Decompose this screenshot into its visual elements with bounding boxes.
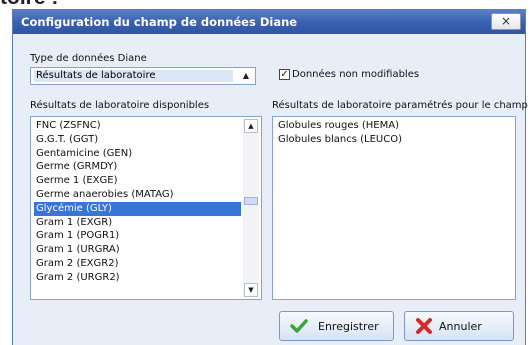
scroll-up-icon[interactable]: ▲ xyxy=(244,119,258,133)
list-item[interactable]: Gentamicine (GEN) xyxy=(34,147,241,161)
list-item[interactable]: Gram 1 (EXGR) xyxy=(34,216,241,230)
scrollbar-thumb[interactable] xyxy=(244,197,258,205)
title-bar[interactable]: Configuration du champ de données Diane … xyxy=(13,10,525,34)
save-button-label: Enregistrer xyxy=(318,320,379,333)
list-item[interactable]: FNC (ZSFNC) xyxy=(34,119,241,133)
cancel-button-label: Annuler xyxy=(439,320,482,333)
list-item[interactable]: Germe 1 (EXGE) xyxy=(34,174,241,188)
list-item[interactable]: Glycémie (GLY) xyxy=(34,201,241,216)
readonly-label[interactable]: Données non modifiables xyxy=(292,69,419,80)
readonly-checkbox[interactable]: ✓ xyxy=(279,69,290,80)
save-button[interactable]: Enregistrer xyxy=(279,311,394,341)
list-item[interactable]: Globules blancs (LEUCO) xyxy=(276,133,512,147)
dialog-title: Configuration du champ de données Diane xyxy=(21,15,298,29)
configured-results-list[interactable]: Globules rouges (HEMA) Globules blancs (L… xyxy=(272,116,516,300)
data-type-selected-value: Résultats de laboratoire xyxy=(34,70,233,82)
close-button[interactable]: × xyxy=(491,13,521,30)
available-list-header: Résultats de laboratoire disponibles xyxy=(30,100,210,111)
data-type-select[interactable]: Résultats de laboratoire ▲ xyxy=(30,67,256,85)
list-item[interactable]: Gram 2 (URGR2) xyxy=(34,271,241,285)
list-item[interactable]: Gram 1 (POGR1) xyxy=(34,229,241,243)
cancel-button[interactable]: Annuler xyxy=(404,311,514,341)
checkmark-save-icon xyxy=(290,319,308,333)
dropdown-arrow-icon[interactable]: ▲ xyxy=(240,71,252,81)
checkmark-icon: ✓ xyxy=(280,69,289,80)
list-item[interactable]: G.G.T. (GGT) xyxy=(34,133,241,147)
cross-cancel-icon xyxy=(416,318,432,334)
list-item[interactable]: Gram 2 (EXGR2) xyxy=(34,257,241,271)
available-list-scrollbar[interactable]: ▲ ▼ xyxy=(243,119,259,297)
data-type-label: Type de données Diane xyxy=(30,53,147,64)
close-icon: × xyxy=(500,14,512,28)
list-item[interactable]: Globules rouges (HEMA) xyxy=(276,119,512,133)
config-dialog: Configuration du champ de données Diane … xyxy=(12,9,528,345)
list-item[interactable]: Germe anaerobies (MATAG) xyxy=(34,188,241,202)
list-item[interactable]: Gram 1 (URGRA) xyxy=(34,243,241,257)
available-results-list[interactable]: FNC (ZSFNC) G.G.T. (GGT) Gentamicine (GEN)… xyxy=(30,116,262,300)
configured-list-header: Résultats de laboratoire paramétrés pour… xyxy=(272,100,528,111)
list-item[interactable]: Germe (GRMDY) xyxy=(34,160,241,174)
scroll-down-icon[interactable]: ▼ xyxy=(244,283,258,297)
